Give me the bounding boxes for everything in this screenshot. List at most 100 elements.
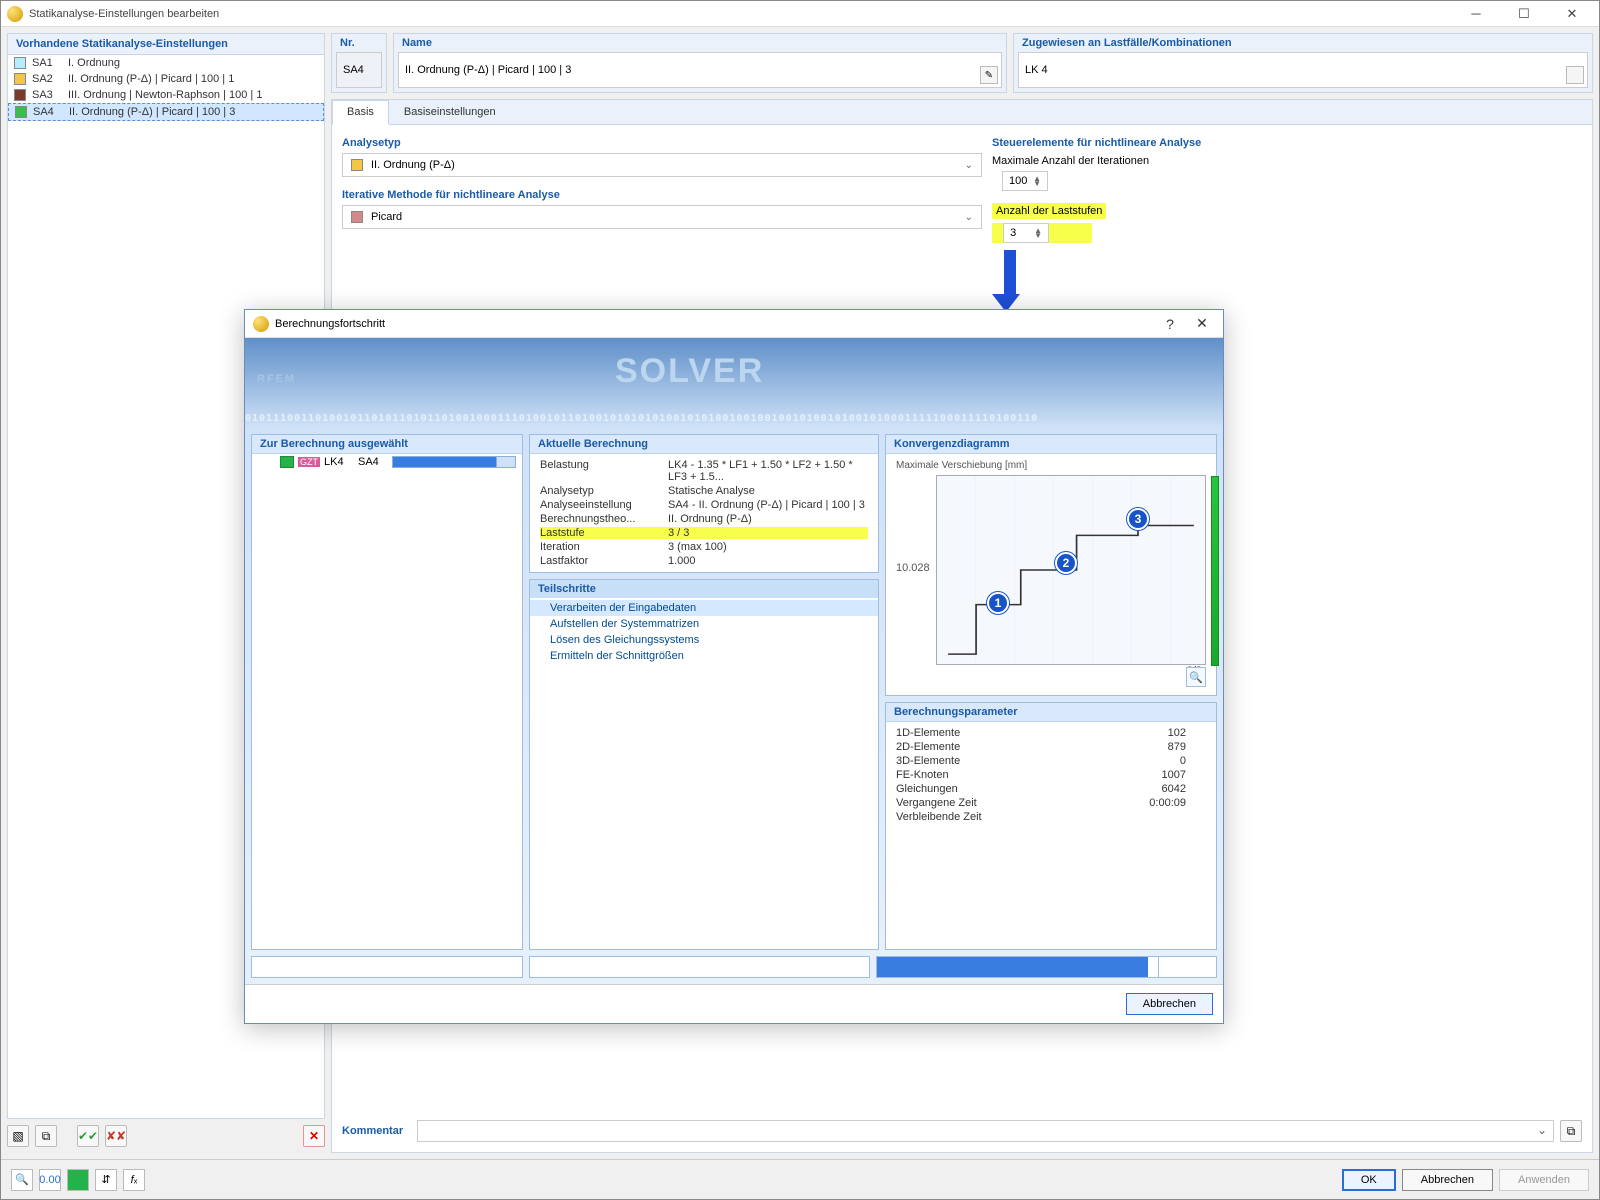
color-swatch (14, 73, 26, 85)
substep-item: Ermitteln der Schnittgrößen (530, 648, 878, 664)
dialog-cancel-button[interactable]: Abbrechen (1126, 993, 1213, 1015)
substep-item: Verarbeiten der Eingabedaten (530, 600, 878, 616)
dialog-title: Berechnungsfortschritt (275, 318, 1151, 330)
calc-param-row: AnalyseeinstellungSA4 - II. Ordnung (P-Δ… (530, 498, 878, 512)
maximize-button[interactable]: ☐ (1509, 4, 1539, 24)
units-icon[interactable]: 0.00 (39, 1169, 61, 1191)
iterative-method-select[interactable]: Picard ⌄ (342, 205, 982, 229)
sa-id: SA1 (32, 57, 62, 69)
calc-param-row: AnalysetypStatische Analyse (530, 484, 878, 498)
max-iter-label: Maximale Anzahl der Iterationen (992, 155, 1149, 167)
calc-result-row: 2D-Elemente879 (886, 740, 1216, 754)
delete-item-button[interactable]: ✕ (303, 1125, 325, 1147)
tabs: Basis Basiseinstellungen (332, 100, 1592, 125)
calc-param-row: Iteration3 (max 100) (530, 540, 878, 554)
edit-name-icon[interactable]: ✎ (980, 66, 998, 84)
laststufen-label: Anzahl der Laststufen (992, 203, 1106, 219)
minimize-button[interactable]: ─ (1461, 4, 1491, 24)
progress-dialog: Berechnungsfortschritt ? ✕ RFEM SOLVER 0… (244, 309, 1224, 1024)
sa-list-item[interactable]: SA3 III. Ordnung | Newton-Raphson | 100 … (8, 87, 324, 103)
sa-list-item[interactable]: SA1 I. Ordnung (8, 55, 324, 71)
params-title: Berechnungsparameter (886, 703, 1216, 722)
chart-callout-2: 2 (1055, 552, 1077, 574)
uncheck-all-button[interactable]: ✘✘ (105, 1125, 127, 1147)
assign-picker-icon[interactable] (1566, 66, 1584, 84)
cancel-button[interactable]: Abbrechen (1402, 1169, 1493, 1191)
chart-callout-1: 1 (987, 592, 1009, 614)
assign-value[interactable]: LK 4 (1025, 64, 1048, 76)
tree-icon[interactable]: ⇵ (95, 1169, 117, 1191)
assign-field: Zugewiesen an Lastfälle/Kombinationen LK… (1013, 33, 1593, 93)
chevron-down-icon: ⌄ (965, 212, 973, 223)
calc-result-row: FE-Knoten1007 (886, 768, 1216, 782)
substeps-title: Teilschritte (530, 580, 878, 598)
dialog-close-button[interactable]: ✕ (1189, 315, 1215, 332)
sa-name: II. Ordnung (P-Δ) | Picard | 100 | 1 (68, 73, 234, 85)
comment-combo[interactable] (417, 1120, 1554, 1142)
tab-basis[interactable]: Basis (332, 100, 389, 125)
check-all-button[interactable]: ✔✔ (77, 1125, 99, 1147)
selection-row: GZT LK4 SA4 (252, 454, 522, 470)
analysetyp-swatch (351, 159, 363, 171)
nr-value: SA4 (336, 52, 382, 88)
apply-button: Anwenden (1499, 1169, 1589, 1191)
sa-id: SA4 (33, 106, 63, 118)
selection-panel-title: Zur Berechnung ausgewählt (252, 435, 522, 454)
script-icon[interactable]: fₓ (123, 1169, 145, 1191)
app-icon (253, 316, 269, 332)
color-swatch (14, 89, 26, 101)
convergence-indicator (1211, 476, 1219, 666)
status-ok-icon (280, 456, 294, 468)
tab-basiseinstellungen[interactable]: Basiseinstellungen (389, 100, 511, 124)
steuerelemente-title: Steuerelemente für nichtlineare Analyse (992, 135, 1582, 153)
calc-result-row: Gleichungen6042 (886, 782, 1216, 796)
chart-callout-3: 3 (1127, 508, 1149, 530)
current-calc-title: Aktuelle Berechnung (530, 435, 878, 454)
calc-result-row: Vergangene Zeit0:00:09 (886, 796, 1216, 810)
calc-param-row: Lastfaktor1.000 (530, 554, 878, 568)
spinner-arrows-icon: ▲▼ (1033, 176, 1041, 186)
close-button[interactable]: ✕ (1557, 4, 1587, 24)
name-field: Name II. Ordnung (P-Δ) | Picard | 100 | … (393, 33, 1007, 93)
calc-param-row: Berechnungstheo...II. Ordnung (P-Δ) (530, 512, 878, 526)
calc-param-row: Laststufe3 / 3 (530, 526, 878, 540)
ok-button[interactable]: OK (1342, 1169, 1396, 1191)
laststufen-spinner[interactable]: 3 ▲▼ (1003, 223, 1049, 243)
substep-item: Aufstellen der Systemmatrizen (530, 616, 878, 632)
diagram-title: Konvergenzdiagramm (886, 435, 1216, 454)
name-input[interactable]: II. Ordnung (P-Δ) | Picard | 100 | 3 (405, 64, 571, 76)
calc-result-row: 3D-Elemente0 (886, 754, 1216, 768)
dialog-banner: RFEM SOLVER 0101110011010010110101101011… (245, 338, 1223, 428)
search-icon[interactable]: 🔍 (11, 1169, 33, 1191)
analysetyp-select[interactable]: II. Ordnung (P-Δ) ⌄ (342, 153, 982, 177)
selection-progress-bar (392, 456, 516, 468)
sa-list-title: Vorhandene Statikanalyse-Einstellungen (8, 34, 324, 55)
nr-field: Nr. SA4 (331, 33, 387, 93)
copy-item-button[interactable]: ⧉ (35, 1125, 57, 1147)
new-item-button[interactable]: ▧ (7, 1125, 29, 1147)
analysetyp-label: Analysetyp (342, 135, 982, 153)
comment-extra-button[interactable]: ⧉ (1560, 1120, 1582, 1142)
iterative-method-label: Iterative Methode für nichtlineare Analy… (342, 187, 982, 205)
sidebar-toolbar: ▧ ⧉ ✔✔ ✘✘ ✕ (7, 1119, 325, 1153)
zoom-chart-button[interactable]: 🔍 (1186, 667, 1206, 687)
calc-param-row: BelastungLK4 - 1.35 * LF1 + 1.50 * LF2 +… (530, 458, 878, 484)
color-icon[interactable] (67, 1169, 89, 1191)
annotation-arrow (1000, 250, 1020, 312)
iter-swatch (351, 211, 363, 223)
max-iter-spinner[interactable]: 100 ▲▼ (1002, 171, 1048, 191)
substep-item: Lösen des Gleichungssystems (530, 632, 878, 648)
spinner-arrows-icon: ▲▼ (1034, 228, 1042, 238)
help-button[interactable]: ? (1157, 316, 1183, 332)
sa-list-item[interactable]: SA4 II. Ordnung (P-Δ) | Picard | 100 | 3 (8, 103, 324, 121)
comment-label: Kommentar (342, 1125, 403, 1137)
calc-result-row: 1D-Elemente102 (886, 726, 1216, 740)
diagram-ylabel: Maximale Verschiebung [mm] (896, 460, 1206, 471)
sa-list-item[interactable]: SA2 II. Ordnung (P-Δ) | Picard | 100 | 1 (8, 71, 324, 87)
sa-name: II. Ordnung (P-Δ) | Picard | 100 | 3 (69, 106, 235, 118)
main-titlebar: Statikanalyse-Einstellungen bearbeiten ─… (1, 1, 1599, 27)
selection-tag: GZT (298, 457, 320, 467)
app-icon (7, 6, 23, 22)
color-swatch (15, 106, 27, 118)
chevron-down-icon: ⌄ (965, 160, 973, 171)
